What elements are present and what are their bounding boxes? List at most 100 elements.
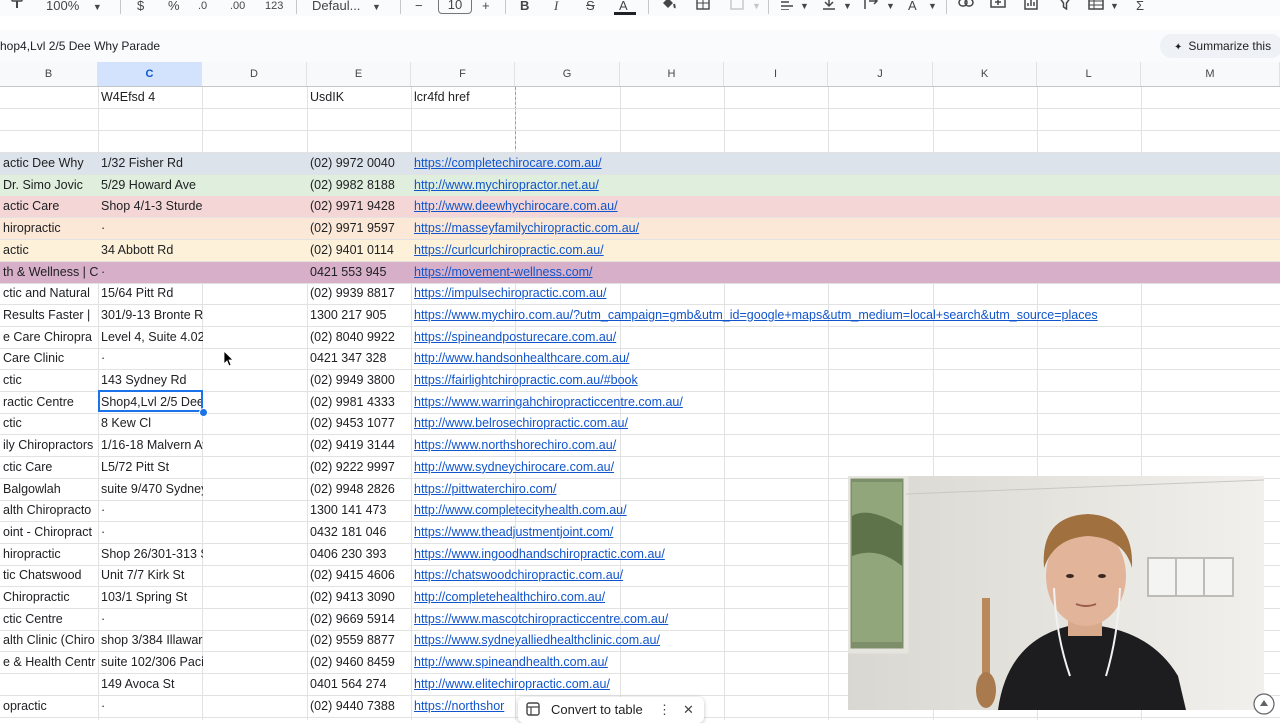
cell-phone[interactable]: 0401 564 274 <box>307 674 411 695</box>
text-wrapping-icon[interactable] <box>864 0 880 16</box>
cell-name[interactable]: ractic Centre <box>0 392 98 413</box>
cell-phone[interactable]: (02) 9981 4333 <box>307 392 411 413</box>
cell-address[interactable]: shop 3/384 Illawarra Rd <box>98 630 203 651</box>
cell-phone[interactable]: (02) 9222 9997 <box>307 457 411 478</box>
cell-website-link[interactable]: https://www.mascotchiropracticcentre.com… <box>411 609 668 630</box>
cell-address[interactable]: · <box>98 262 203 283</box>
cell-name[interactable]: opractic <box>0 696 98 717</box>
cell-website-link[interactable]: https://completechirocare.com.au/ <box>411 153 602 174</box>
cell-name[interactable]: Chiropractic <box>0 587 98 608</box>
table-row[interactable]: W4Efsd 4 UsdIK lcr4fd href <box>0 87 1280 109</box>
fill-handle[interactable] <box>199 408 208 417</box>
cell-website-link[interactable]: https://www.mychiro.com.au/?utm_campaign… <box>411 305 1098 326</box>
functions-button[interactable]: Σ <box>1136 0 1144 16</box>
header-cell-f[interactable]: lcr4fd href <box>411 87 515 108</box>
cell-phone[interactable]: 1300 141 473 <box>307 500 411 521</box>
cell-name[interactable]: th & Wellness | C <box>0 262 98 283</box>
fill-color-icon[interactable] <box>660 0 678 16</box>
zoom-select[interactable]: 100% ▼ <box>46 0 102 16</box>
cell-name[interactable]: e & Health Centr <box>0 652 98 673</box>
decrease-font-size-button[interactable]: − <box>415 0 423 16</box>
cell-name[interactable]: oint - Chiropract <box>0 522 98 543</box>
cell-phone[interactable]: (02) 9415 4606 <box>307 565 411 586</box>
column-header-k[interactable]: K <box>933 62 1037 86</box>
cell-phone[interactable]: (02) 9939 8817 <box>307 283 411 304</box>
cell-name[interactable]: ily Chiropractors <box>0 435 98 456</box>
comment-icon[interactable] <box>990 0 1006 16</box>
column-header-m[interactable]: M <box>1141 62 1280 86</box>
cell-name[interactable]: actic <box>0 240 98 261</box>
paint-format-icon[interactable] <box>10 0 24 16</box>
cell-name[interactable] <box>0 674 98 695</box>
cell-name[interactable]: ctic <box>0 413 98 434</box>
cell-phone[interactable]: (02) 9971 9597 <box>307 218 411 239</box>
cell-name[interactable]: ctic <box>0 370 98 391</box>
cell-name[interactable]: ctic Care <box>0 457 98 478</box>
cell-address[interactable]: Shop 26/301-313 Stanmore Rd <box>98 544 203 565</box>
cell-address[interactable]: 143 Sydney Rd <box>98 370 203 391</box>
cell-name[interactable]: Balgowlah <box>0 479 98 500</box>
decrease-decimal-button[interactable]: .0 <box>198 0 207 16</box>
cell-name[interactable]: ctic Centre <box>0 609 98 630</box>
cell-name[interactable]: Care Clinic <box>0 348 98 369</box>
column-header-g[interactable]: G <box>515 62 620 86</box>
table-row[interactable]: ctic 8 Kew Cl (02) 9453 1077 http://www.bel… <box>0 413 1280 436</box>
horizontal-align-icon[interactable] <box>780 0 794 16</box>
more-formats-button[interactable]: 123 <box>265 0 283 16</box>
cell-phone[interactable]: (02) 9559 8877 <box>307 630 411 651</box>
cell-address[interactable]: 5/29 Howard Ave <box>98 175 203 196</box>
percent-format-button[interactable]: % <box>168 0 180 16</box>
cell-name[interactable]: hiropractic <box>0 544 98 565</box>
text-rotation-button[interactable]: A <box>908 0 917 16</box>
cell-phone[interactable]: (02) 9982 8188 <box>307 175 411 196</box>
cell-address[interactable]: 34 Abbott Rd <box>98 240 203 261</box>
cell-address[interactable]: Shop4,Lvl 2/5 Dee Why Parade <box>98 392 203 413</box>
close-icon[interactable]: ✕ <box>683 697 694 723</box>
cell-website-link[interactable]: https://pittwaterchiro.com/ <box>411 479 556 500</box>
cell-phone[interactable]: (02) 9440 7388 <box>307 696 411 717</box>
increase-decimal-button[interactable]: .00 <box>230 0 245 16</box>
currency-format-button[interactable]: $ <box>137 0 144 16</box>
cell-website-link[interactable]: https://www.warringahchiropracticcentre.… <box>411 392 683 413</box>
cell-address[interactable]: · <box>98 522 203 543</box>
cell-website-link[interactable]: https://www.northshorechiro.com.au/ <box>411 435 616 456</box>
table-row[interactable] <box>0 131 1280 153</box>
cell-address[interactable]: Shop 4/1-3 Sturdee Parade <box>98 196 203 217</box>
cell-phone[interactable]: (02) 9453 1077 <box>307 413 411 434</box>
cell-name[interactable]: e Care Chiropra <box>0 327 98 348</box>
cell-address[interactable]: · <box>98 348 203 369</box>
table-row[interactable]: actic 34 Abbott Rd (02) 9401 0114 https://c… <box>0 239 1280 262</box>
table-row[interactable]: hiropractic · (02) 9971 9597 https://massey… <box>0 218 1280 241</box>
cell-phone[interactable]: (02) 9949 3800 <box>307 370 411 391</box>
cell-website-link[interactable]: http://www.deewhychirocare.com.au/ <box>411 196 618 217</box>
cell-website-link[interactable]: http://www.handsonhealthcare.com.au/ <box>411 348 629 369</box>
cell-phone[interactable]: 0406 230 393 <box>307 544 411 565</box>
cell-name[interactable]: ctic and Natural <box>0 283 98 304</box>
cell-website-link[interactable]: https://masseyfamilychiropractic.com.au/ <box>411 218 639 239</box>
column-header-e[interactable]: E <box>307 62 411 86</box>
cell-address[interactable]: · <box>98 218 203 239</box>
cell-website-link[interactable]: https://fairlightchiropractic.com.au/#bo… <box>411 370 638 391</box>
cell-name[interactable]: alth Clinic (Chiro <box>0 630 98 651</box>
cell-website-link[interactable]: http://www.mychiropractor.net.au/ <box>411 175 599 196</box>
column-header-i[interactable]: I <box>724 62 828 86</box>
cell-address[interactable]: 301/9-13 Bronte Rd <box>98 305 203 326</box>
header-cell-e[interactable]: UsdIK <box>307 87 411 108</box>
font-size-input[interactable]: 10 <box>438 0 472 14</box>
cell-address[interactable]: Unit 7/7 Kirk St <box>98 565 203 586</box>
more-vert-icon[interactable]: ⋮ <box>658 697 671 723</box>
table-row[interactable]: ctic and Natural 15/64 Pitt Rd (02) 9939 8… <box>0 283 1280 306</box>
italic-button[interactable]: I <box>554 0 558 16</box>
cell-website-link[interactable]: http://www.completecityhealth.com.au/ <box>411 500 627 521</box>
table-row[interactable]: e Care ChiropraLevel 4, Suite 4.02/139 M… <box>0 327 1280 349</box>
cell-address[interactable]: suite 102/306 Pacific Hwy <box>98 652 203 673</box>
cell-website-link[interactable]: https://impulsechiropractic.com.au/ <box>411 283 606 304</box>
link-icon[interactable] <box>958 0 974 16</box>
cell-website-link[interactable]: https://www.ingoodhandschiropractic.com.… <box>411 544 665 565</box>
column-header-c[interactable]: C <box>98 62 202 86</box>
cell-phone[interactable]: (02) 9460 8459 <box>307 652 411 673</box>
cell-website-link[interactable]: https://northshor <box>411 696 515 717</box>
cell-name[interactable]: Results Faster | <box>0 305 98 326</box>
cell-address[interactable]: · <box>98 609 203 630</box>
cell-phone[interactable]: (02) 9948 2826 <box>307 479 411 500</box>
